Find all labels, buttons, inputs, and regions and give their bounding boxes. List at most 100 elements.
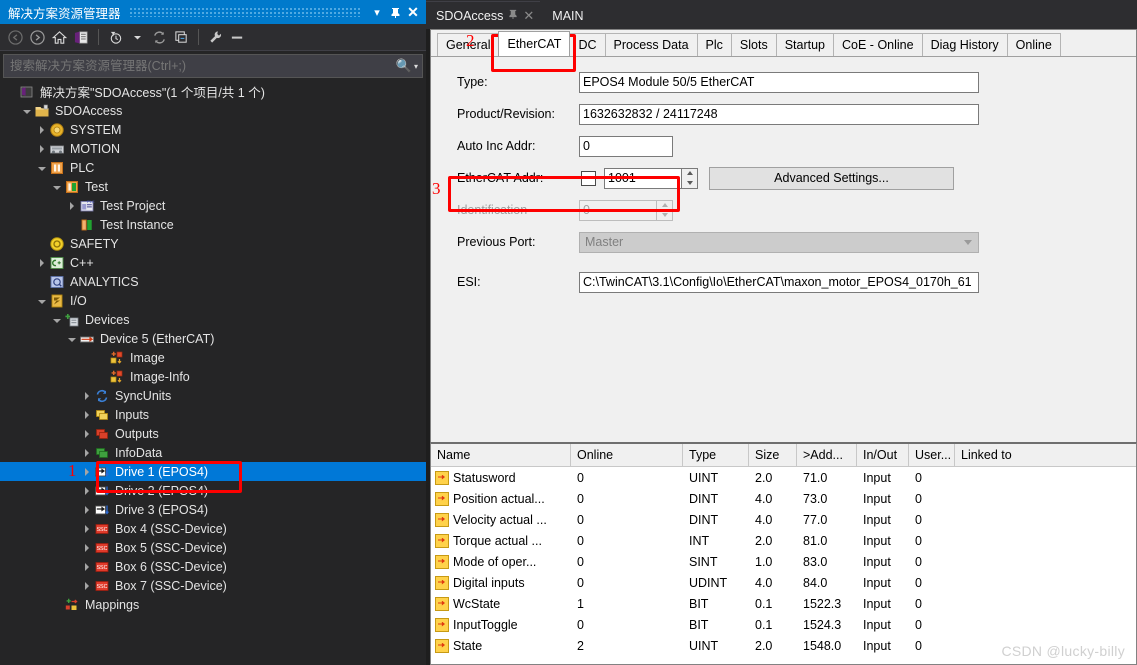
solution-icon[interactable] xyxy=(71,27,92,48)
tree-expander-collapsed-icon[interactable] xyxy=(81,386,93,405)
grid-column-header[interactable]: >Add... xyxy=(797,444,857,466)
tree-item[interactable]: MOTION xyxy=(0,139,426,158)
tree-item[interactable]: I/O xyxy=(0,291,426,310)
forward-icon[interactable] xyxy=(27,27,48,48)
tree-expander-collapsed-icon[interactable] xyxy=(81,443,93,462)
tree-item[interactable]: PLC xyxy=(0,158,426,177)
grid-column-header[interactable]: Name xyxy=(431,444,571,466)
tree-item[interactable]: Test xyxy=(0,177,426,196)
tree-expander-collapsed-icon[interactable] xyxy=(81,576,93,595)
tree-item[interactable]: Drive 3 (EPOS4) xyxy=(0,500,426,519)
ethercat-addr-spinner[interactable] xyxy=(682,167,698,189)
property-tab-ethercat[interactable]: EtherCAT xyxy=(498,31,571,56)
property-tab-dc[interactable]: DC xyxy=(569,33,606,56)
chevron-down-icon[interactable]: ▾ xyxy=(368,3,386,21)
process-data-grid[interactable]: Name Online Type Size >Add... In/Out User... Li… xyxy=(430,442,1137,665)
tree-item[interactable]: Device 5 (EtherCAT) xyxy=(0,329,426,348)
grid-column-header[interactable]: Online xyxy=(571,444,683,466)
tree-item[interactable]: SSC Box 7 (SSC-Device) xyxy=(0,576,426,595)
back-icon[interactable] xyxy=(5,27,26,48)
grid-column-header[interactable]: Type xyxy=(683,444,749,466)
tree-item[interactable]: SSC Box 5 (SSC-Device) xyxy=(0,538,426,557)
tree-item[interactable]: Inputs xyxy=(0,405,426,424)
close-icon[interactable]: ✕ xyxy=(523,8,534,24)
tree-expander-collapsed-icon[interactable] xyxy=(81,424,93,443)
home-icon[interactable] xyxy=(49,27,70,48)
tree-expander-expanded-icon[interactable] xyxy=(36,291,48,310)
grid-column-header[interactable]: Size xyxy=(749,444,797,466)
close-icon[interactable]: ✕ xyxy=(404,3,422,21)
search-box[interactable]: 🔍 ▾ xyxy=(3,54,423,78)
tree-expander-collapsed-icon[interactable] xyxy=(81,500,93,519)
tree-expander-expanded-icon[interactable] xyxy=(21,101,33,120)
tree-expander-expanded-icon[interactable] xyxy=(66,329,78,348)
advanced-settings-button[interactable]: Advanced Settings... xyxy=(709,166,954,190)
tree-item[interactable]: Mappings xyxy=(0,595,426,614)
pin-icon[interactable] xyxy=(508,9,518,22)
previous-port-select[interactable]: Master xyxy=(579,231,979,253)
tree-item[interactable]: C++ xyxy=(0,253,426,272)
table-row[interactable]: Mode of oper... 0 SINT 1.0 83.0 Input 0 xyxy=(431,551,1136,572)
tree-expander-collapsed-icon[interactable] xyxy=(81,519,93,538)
tree-item[interactable]: SSC Box 6 (SSC-Device) xyxy=(0,557,426,576)
tree-expander-collapsed-icon[interactable] xyxy=(36,139,48,158)
property-tab-slots[interactable]: Slots xyxy=(730,33,777,56)
spinner-up-icon[interactable] xyxy=(682,169,697,179)
table-row[interactable]: Torque actual ... 0 INT 2.0 81.0 Input 0 xyxy=(431,530,1136,551)
property-tab-strip[interactable]: General EtherCAT DC Process Data Plc Slots Sta… xyxy=(431,30,1136,57)
refresh-icon[interactable] xyxy=(149,27,170,48)
tree-expander-collapsed-icon[interactable] xyxy=(81,405,93,424)
properties-wrench-icon[interactable] xyxy=(205,27,226,48)
tree-item[interactable]: Test Instance xyxy=(0,215,426,234)
product-revision-field[interactable]: 1632632832 / 24117248 xyxy=(579,103,979,125)
tree-item[interactable]: InfoData xyxy=(0,443,426,462)
table-row[interactable]: Statusword 0 UINT 2.0 71.0 Input 0 xyxy=(431,467,1136,488)
esi-field[interactable]: C:\TwinCAT\3.1\Config\Io\EtherCAT\maxon_… xyxy=(579,271,979,293)
property-tab-process-data[interactable]: Process Data xyxy=(604,33,698,56)
pending-changes-icon[interactable] xyxy=(105,27,126,48)
pin-icon[interactable] xyxy=(386,3,404,21)
tree-item[interactable]: SDOAccess xyxy=(0,101,426,120)
tree-item-selected[interactable]: Drive 1 (EPOS4) xyxy=(0,462,426,481)
tree-item[interactable]: SyncUnits xyxy=(0,386,426,405)
tree-item[interactable]: SYSTEM xyxy=(0,120,426,139)
ethercat-addr-checkbox[interactable] xyxy=(581,170,596,186)
grid-body[interactable]: Statusword 0 UINT 2.0 71.0 Input 0 Position act… xyxy=(431,467,1136,656)
table-row[interactable]: InputToggle 0 BIT 0.1 1524.3 Input 0 xyxy=(431,614,1136,635)
tree-item[interactable]: Devices xyxy=(0,310,426,329)
tree-item[interactable]: Image-Info xyxy=(0,367,426,386)
tree-item[interactable]: PLC Test Project xyxy=(0,196,426,215)
grid-column-header[interactable]: Linked to xyxy=(955,444,1136,466)
tree-expander-collapsed-icon[interactable] xyxy=(66,196,78,215)
table-row[interactable]: Digital inputs 0 UDINT 4.0 84.0 Input 0 xyxy=(431,572,1136,593)
tree-item[interactable]: Outputs xyxy=(0,424,426,443)
table-row[interactable]: WcState 1 BIT 0.1 1522.3 Input 0 xyxy=(431,593,1136,614)
tree-item[interactable]: SAFETY xyxy=(0,234,426,253)
tree-item[interactable]: Drive 2 (EPOS4) xyxy=(0,481,426,500)
tree-expander-expanded-icon[interactable] xyxy=(36,158,48,177)
tree-expander-collapsed-icon[interactable] xyxy=(36,253,48,272)
tree-expander-expanded-icon[interactable] xyxy=(51,177,63,196)
solution-tree[interactable]: 解决方案"SDOAccess"(1 个项目/共 1 个) SDOAccess SYS… xyxy=(0,78,426,665)
tree-expander-collapsed-icon[interactable] xyxy=(81,557,93,576)
tree-item[interactable]: ANALYTICS xyxy=(0,272,426,291)
property-tab-coe-online[interactable]: CoE - Online xyxy=(833,33,923,56)
table-row[interactable]: Velocity actual ... 0 DINT 4.0 77.0 Input 0 xyxy=(431,509,1136,530)
property-tab-startup[interactable]: Startup xyxy=(775,33,835,56)
tree-item[interactable]: Image xyxy=(0,348,426,367)
spinner-down-icon[interactable] xyxy=(682,178,697,188)
search-icon[interactable]: 🔍 xyxy=(396,58,412,74)
property-tab-plc[interactable]: Plc xyxy=(696,33,732,56)
chevron-down-icon[interactable] xyxy=(127,27,148,48)
table-row[interactable]: Position actual... 0 DINT 4.0 73.0 Input 0 xyxy=(431,488,1136,509)
tree-item[interactable]: SSC Box 4 (SSC-Device) xyxy=(0,519,426,538)
collapse-all-icon[interactable] xyxy=(171,27,192,48)
tree-expander-collapsed-icon[interactable] xyxy=(81,462,93,481)
auto-inc-addr-field[interactable]: 0 xyxy=(579,135,673,157)
property-tab-online[interactable]: Online xyxy=(1006,33,1061,56)
document-tab-sdoaccess[interactable]: SDOAccess ✕ xyxy=(426,1,541,29)
grid-column-header[interactable]: User... xyxy=(909,444,955,466)
chevron-down-icon[interactable]: ▾ xyxy=(414,62,418,71)
document-tab-main[interactable]: MAIN xyxy=(540,2,590,29)
ethercat-addr-field[interactable]: 1001 xyxy=(604,167,682,189)
